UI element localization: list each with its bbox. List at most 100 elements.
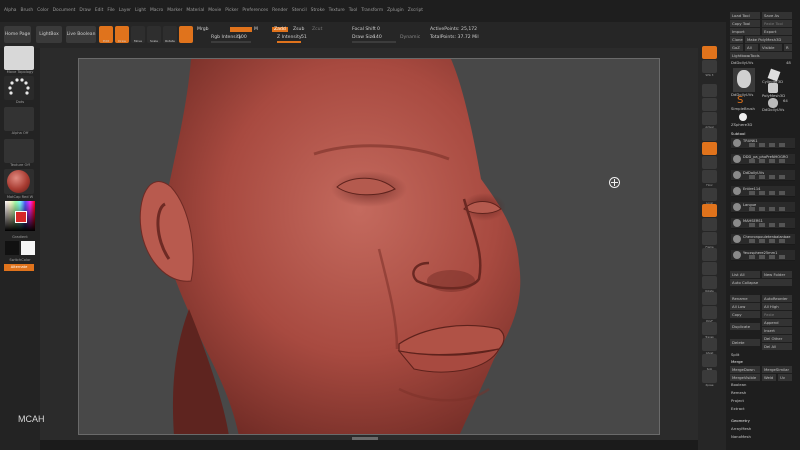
subtool-visibility-icons[interactable]: [749, 239, 793, 243]
list-all-button[interactable]: List All: [730, 271, 760, 278]
subtool-row[interactable]: Chevronpouletenbalanbae: [731, 234, 795, 245]
subtool-row[interactable]: TRUNK1: [731, 138, 795, 149]
shelf-solo-button[interactable]: Solo: [702, 354, 717, 371]
scale-button[interactable]: Scale: [147, 26, 161, 43]
subtool-row[interactable]: MAHSERS1: [731, 218, 795, 229]
menu-item-texture[interactable]: Texture: [329, 0, 345, 22]
subtool-visibility-icons[interactable]: [749, 143, 793, 147]
alpha-thumbnail[interactable]: [4, 107, 34, 131]
rgb-toggle[interactable]: [230, 27, 252, 32]
shelf-dynamic-button[interactable]: Dynamic: [702, 142, 717, 159]
all-button[interactable]: All: [745, 44, 758, 51]
subtool-row[interactable]: Entire114: [731, 186, 795, 197]
main-color-swatch[interactable]: [21, 241, 35, 255]
subtool-visibility-icons[interactable]: [749, 175, 793, 179]
menu-item-alpha[interactable]: Alpha: [4, 0, 16, 22]
paste-tool-button[interactable]: Paste Tool: [762, 20, 792, 27]
boolean-menu[interactable]: Boolean: [731, 382, 746, 387]
edit-button[interactable]: Edit: [99, 26, 113, 43]
head-sculpt[interactable]: [79, 59, 660, 435]
r-button[interactable]: R: [784, 44, 792, 51]
shelf-zoom-button[interactable]: Zoom: [702, 98, 717, 115]
alternate-button[interactable]: Alternate: [4, 264, 34, 271]
simplebrush-icon[interactable]: S: [737, 96, 747, 106]
polymesh-icon[interactable]: [768, 83, 778, 93]
mrgb-label[interactable]: Mrgb: [197, 27, 209, 32]
shelf-polyf-button[interactable]: PolyF: [702, 306, 717, 323]
shelf-frame-button[interactable]: Frame: [702, 232, 717, 249]
menu-item-material[interactable]: Material: [186, 0, 204, 22]
menu-item-edit[interactable]: Edit: [95, 0, 104, 22]
rotate-button[interactable]: Rotate: [163, 26, 177, 43]
tool-thumb-1[interactable]: [733, 68, 755, 92]
menu-item-draw[interactable]: Draw: [79, 0, 90, 22]
document-canvas[interactable]: [78, 58, 660, 435]
auto-collapse-button[interactable]: Auto Collapse: [730, 279, 792, 286]
draw-size-slider[interactable]: [352, 41, 396, 43]
geometry-menu[interactable]: Geometry: [731, 418, 750, 423]
texture-thumbnail[interactable]: [4, 139, 34, 163]
shelf-transp-button[interactable]: Transp: [702, 322, 717, 339]
menu-item-preferences[interactable]: Preferences: [242, 0, 268, 22]
shelf-scroll-button[interactable]: Scroll: [702, 84, 717, 101]
menu-item-transform[interactable]: Transform: [361, 0, 383, 22]
load-tool-button[interactable]: Load Tool: [730, 12, 760, 19]
current-tool-name[interactable]: DdDollyUVs: [731, 60, 753, 65]
new-folder-button[interactable]: New Folder: [762, 271, 792, 278]
zsub-toggle[interactable]: Zsub: [293, 27, 304, 32]
menu-item-light[interactable]: Light: [135, 0, 146, 22]
lightbox-tools-button[interactable]: Lightbox▸Tools: [730, 52, 792, 59]
menu-item-document[interactable]: Document: [53, 0, 76, 22]
subtool-visibility-icons[interactable]: [749, 255, 793, 259]
zcut-toggle[interactable]: Zcut: [312, 27, 322, 32]
extract-menu[interactable]: Extract: [731, 406, 745, 411]
shelf-xpose-button[interactable]: Xpose: [702, 370, 717, 387]
paste-button[interactable]: Paste: [762, 311, 792, 318]
z-intensity-slider[interactable]: [277, 41, 301, 43]
shelf-floor-button[interactable]: Floor: [702, 170, 717, 187]
shelf-spix-3-button[interactable]: SPix 3: [702, 60, 717, 77]
menu-item-stencil[interactable]: Stencil: [292, 0, 307, 22]
all-high-button[interactable]: All High: [762, 303, 792, 310]
subtool-visibility-icons[interactable]: [749, 159, 793, 163]
home-page-button[interactable]: Home Page: [4, 26, 31, 43]
shelf-zoom3d-button[interactable]: Zoom3D: [702, 262, 717, 279]
merge-menu[interactable]: Merge: [731, 359, 743, 364]
move-button[interactable]: Move: [131, 26, 145, 43]
goz-button[interactable]: GoZ: [730, 44, 743, 51]
shelf-line-fill-button[interactable]: Line Fill: [702, 292, 717, 309]
remesh-menu[interactable]: Remesh: [731, 390, 746, 395]
secondary-color-swatch[interactable]: [5, 241, 19, 255]
subtool-visibility-icons[interactable]: [749, 191, 793, 195]
visible-button[interactable]: Visible: [760, 44, 782, 51]
menu-item-picker[interactable]: Picker: [225, 0, 238, 22]
subtool-title[interactable]: Subtool: [731, 131, 745, 136]
rgb-intensity-label[interactable]: Rgb Intensity: [211, 35, 241, 40]
menu-item-tool[interactable]: Tool: [349, 0, 358, 22]
subtool-row[interactable]: DdDollyUVs: [731, 170, 795, 181]
menu-item-marker[interactable]: Marker: [167, 0, 182, 22]
menu-item-layer[interactable]: Layer: [119, 0, 131, 22]
delete-button[interactable]: Delete: [730, 339, 760, 346]
rgb-intensity-slider[interactable]: [211, 41, 251, 43]
shelf-ghost-button[interactable]: Ghost: [702, 338, 717, 355]
del-all-button[interactable]: Del All: [762, 343, 792, 350]
menu-item-stroke[interactable]: Stroke: [311, 0, 325, 22]
merge-down-button[interactable]: MergeDown: [730, 366, 760, 373]
make-polymesh-button[interactable]: Make PolyMesh3D: [745, 36, 792, 43]
menu-item-movie[interactable]: Movie: [208, 0, 221, 22]
append-button[interactable]: Append: [762, 319, 792, 326]
clone-button[interactable]: Clone: [730, 36, 743, 43]
menu-item-file[interactable]: File: [107, 0, 114, 22]
merge-visible-button[interactable]: MergeVisible: [730, 374, 760, 381]
arraymesh-menu[interactable]: ArrayMesh: [731, 426, 751, 431]
autoreorder-button[interactable]: AutoReorder: [762, 295, 792, 302]
stroke-thumbnail[interactable]: [4, 76, 34, 100]
menu-item-color[interactable]: Color: [37, 0, 48, 22]
menu-item-zscript[interactable]: Zscript: [408, 0, 423, 22]
menu-item-zplugin[interactable]: Zplugin: [387, 0, 404, 22]
dynamic-toggle[interactable]: Dynamic: [400, 35, 420, 40]
shelf-rotate-button[interactable]: Rotate: [702, 276, 717, 293]
m-toggle[interactable]: M: [254, 27, 258, 32]
insert-button[interactable]: Insert: [762, 327, 792, 334]
